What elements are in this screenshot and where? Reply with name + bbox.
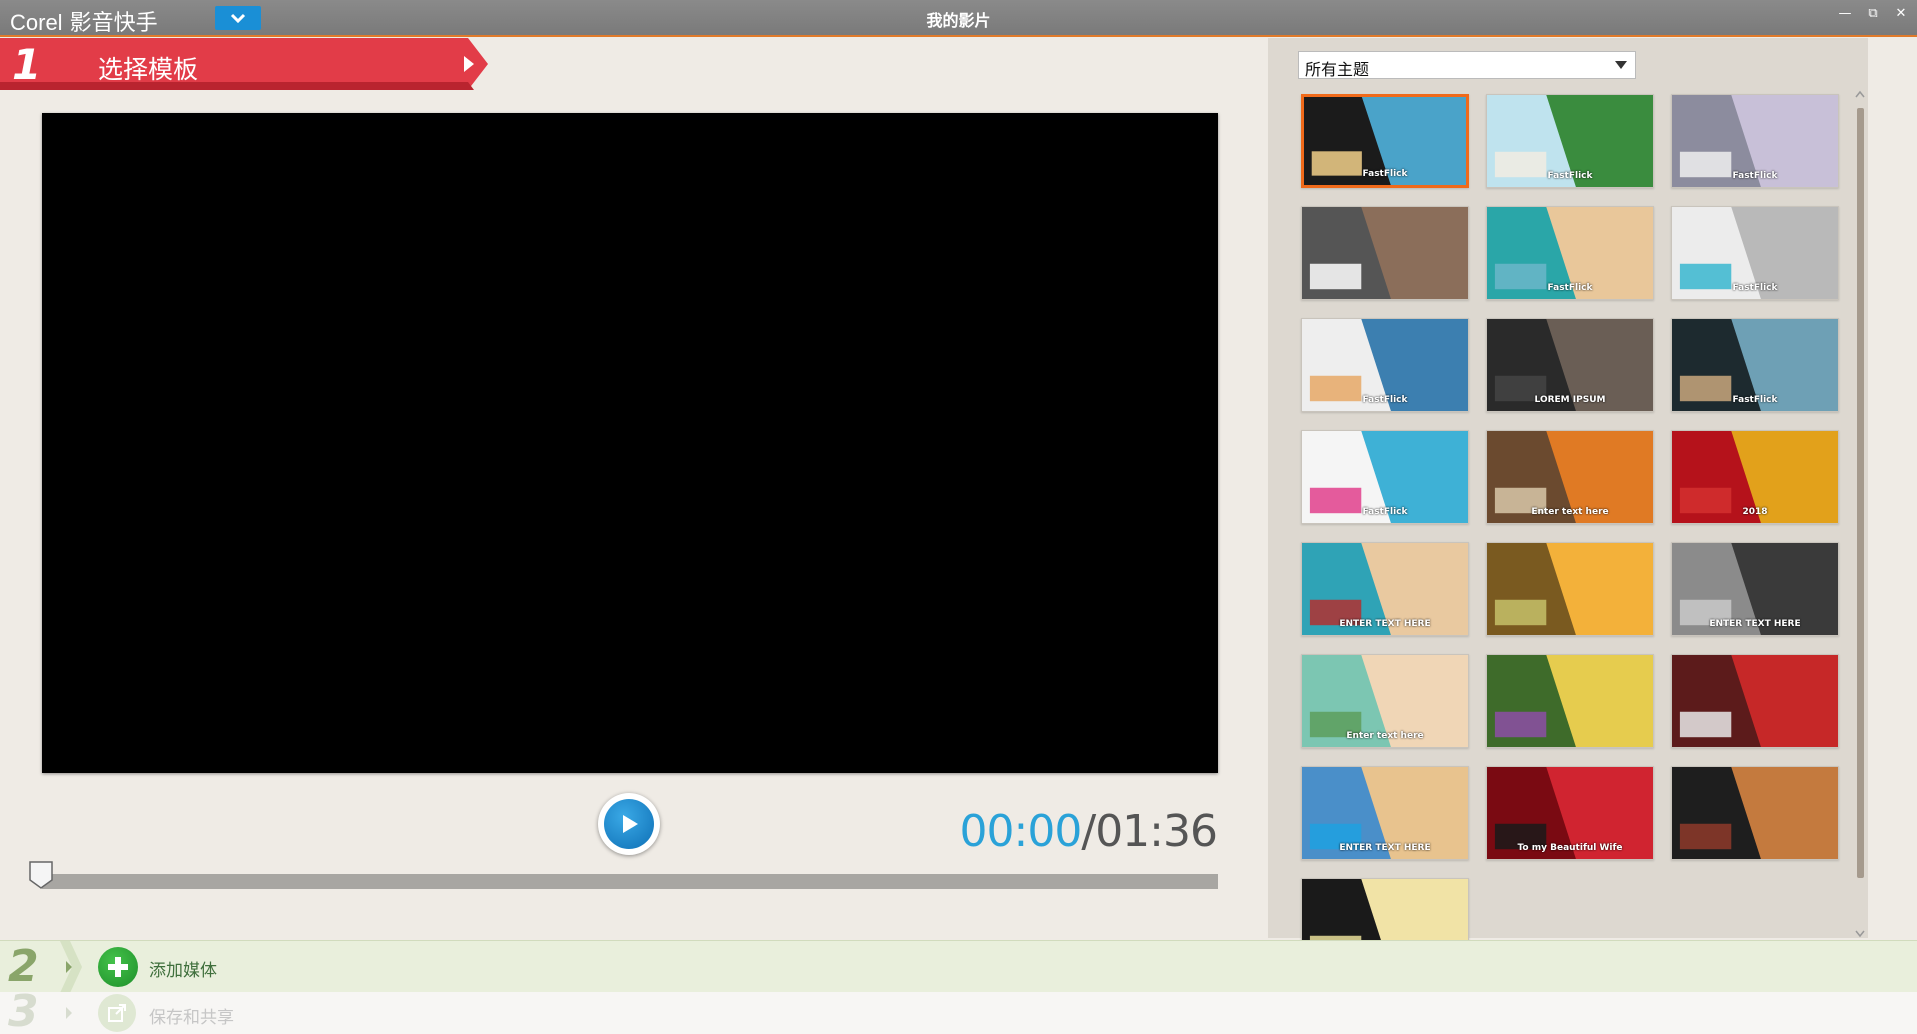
- template-thumbnail-caption: FastFlick: [1362, 169, 1408, 179]
- theme-filter-select[interactable]: 所有主题: [1298, 51, 1636, 79]
- scrubber-track[interactable]: [42, 874, 1218, 889]
- current-time: 00:00: [959, 806, 1083, 857]
- template-thumbnail-caption: FastFlick: [1547, 171, 1593, 181]
- template-thumbnail-caption: FastFlick: [1362, 507, 1408, 517]
- template-thumbnail[interactable]: ENTER TEXT HERE: [1671, 542, 1839, 636]
- time-separator: /: [1081, 806, 1096, 857]
- template-thumbnail[interactable]: FastFlick: [1671, 94, 1839, 188]
- template-thumbnail[interactable]: ENTER TEXT HERE: [1301, 766, 1469, 860]
- template-thumbnail-caption: FastFlick: [1732, 395, 1778, 405]
- template-thumbnail[interactable]: FastFlick: [1301, 94, 1469, 188]
- maximize-icon[interactable]: ⧉: [1865, 6, 1881, 22]
- save-share-label[interactable]: 保存和共享: [149, 1003, 234, 1028]
- chevron-right-icon: [60, 941, 82, 993]
- template-thumbnail[interactable]: FastFlick: [1301, 318, 1469, 412]
- template-thumbnail[interactable]: FastFlick: [1486, 206, 1654, 300]
- template-thumbnail[interactable]: [1671, 766, 1839, 860]
- template-thumbnail-caption: 2018: [1742, 507, 1768, 517]
- template-thumbnail[interactable]: [1671, 654, 1839, 748]
- template-thumbnail[interactable]: [1486, 654, 1654, 748]
- share-icon[interactable]: [98, 994, 136, 1032]
- scrubber-handle[interactable]: [28, 860, 54, 890]
- total-time: 01:36: [1095, 806, 1218, 857]
- template-thumbnail[interactable]: [1486, 542, 1654, 636]
- template-thumbnail-caption: Enter text here: [1531, 507, 1609, 517]
- template-thumbnail[interactable]: FastFlick: [1671, 318, 1839, 412]
- template-thumbnail-caption: ENTER TEXT HERE: [1709, 619, 1801, 629]
- video-preview[interactable]: [42, 113, 1218, 773]
- template-thumbnail[interactable]: FastFlick: [1486, 94, 1654, 188]
- add-media-label[interactable]: 添加媒体: [149, 956, 217, 981]
- scrollbar-thumb[interactable]: [1857, 108, 1864, 878]
- template-thumbnail-caption: ENTER TEXT HERE: [1339, 619, 1431, 629]
- template-thumbnail[interactable]: 2018: [1671, 430, 1839, 524]
- template-thumbnail[interactable]: ENTER TEXT HERE: [1301, 542, 1469, 636]
- theme-filter-value: 所有主题: [1305, 60, 1370, 79]
- step1-banner: 1 选择模板: [0, 38, 488, 90]
- chevron-right-icon: [66, 1007, 72, 1019]
- template-thumbnail[interactable]: Enter text here: [1301, 654, 1469, 748]
- template-thumbnail-caption: FastFlick: [1732, 283, 1778, 293]
- play-icon: [623, 815, 638, 833]
- window-controls: — ⧉ ✕: [1837, 6, 1909, 22]
- minimize-icon[interactable]: —: [1837, 6, 1853, 22]
- step2-number: 2: [8, 941, 39, 992]
- step3-number: 3: [8, 986, 39, 1034]
- template-thumbnail[interactable]: LOREM IPSUM: [1486, 318, 1654, 412]
- template-thumbnail-caption: To my Beautiful Wife: [1517, 843, 1623, 853]
- template-thumbnail-caption: ENTER TEXT HERE: [1339, 843, 1431, 853]
- timecode: 00:00/01:36: [959, 806, 1218, 857]
- template-thumbnail[interactable]: To my Beautiful Wife: [1486, 766, 1654, 860]
- template-thumbnail[interactable]: FastFlick: [1301, 430, 1469, 524]
- play-button[interactable]: [598, 793, 660, 855]
- step1-number: 1: [12, 40, 42, 89]
- template-thumbnail[interactable]: FastFlick: [1671, 206, 1839, 300]
- template-thumbnail-caption: LOREM IPSUM: [1534, 395, 1606, 405]
- template-thumbnail[interactable]: [1301, 206, 1469, 300]
- add-media-icon[interactable]: [98, 947, 138, 987]
- template-thumbnail-caption: FastFlick: [1732, 171, 1778, 181]
- step1-label: 选择模板: [98, 55, 199, 84]
- dropdown-arrow-icon: [1615, 61, 1627, 69]
- step3-bar[interactable]: 3 保存和共享: [0, 986, 1917, 1034]
- close-icon[interactable]: ✕: [1893, 6, 1909, 22]
- step2-bar[interactable]: 2 添加媒体: [0, 940, 1917, 993]
- template-thumbnail-caption: FastFlick: [1547, 283, 1593, 293]
- template-thumbnail-caption: FastFlick: [1362, 395, 1408, 405]
- window-title: 我的影片: [926, 11, 991, 30]
- title-bar: Corel 影音快手 我的影片 — ⧉ ✕: [0, 0, 1917, 37]
- template-thumbnail-caption: Enter text here: [1346, 731, 1424, 741]
- template-thumbnail[interactable]: Enter text here: [1486, 430, 1654, 524]
